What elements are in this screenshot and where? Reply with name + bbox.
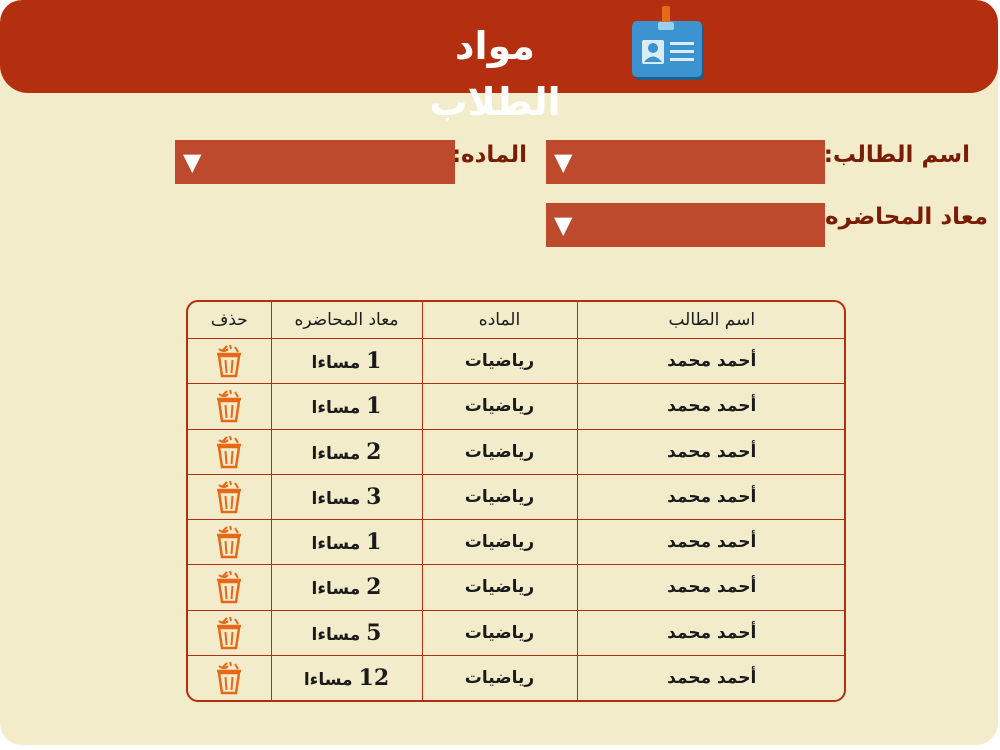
lecture-hour: 12 (358, 664, 390, 691)
student-name-label: اسم الطالب: (823, 142, 970, 168)
subject-select[interactable]: ▼ (175, 140, 455, 184)
lecture-time-cell: 1 مساءا (270, 337, 423, 385)
table-row: أحمد محمد رياضيات 2 مساءا (188, 564, 844, 611)
delete-cell (188, 564, 272, 611)
lecture-hour: 5 (366, 619, 382, 646)
chevron-down-icon: ▼ (183, 148, 202, 176)
lecture-hour: 1 (366, 393, 382, 420)
chevron-down-icon: ▼ (554, 148, 573, 176)
column-header-lecture-time: معاد المحاضره (270, 302, 423, 339)
subject-cell: رياضيات (421, 473, 578, 521)
subject-cell: رياضيات (421, 428, 578, 475)
subject-cell: رياضيات (421, 383, 578, 430)
subjects-table: اسم الطالب الماده معاد المحاضره حذف أحمد… (186, 300, 846, 702)
lecture-hour: 1 (366, 348, 382, 375)
time-suffix: مساءا (311, 443, 361, 464)
table-row: أحمد محمد رياضيات 3 مساءا (188, 473, 844, 521)
main-panel: مواد الطلاب اسم الطالب: ▼ الماده: ▼ معاد… (0, 0, 998, 745)
trash-icon[interactable] (214, 570, 244, 604)
time-suffix: مساءا (311, 353, 361, 374)
column-header-subject: الماده (421, 302, 578, 339)
chevron-down-icon: ▼ (554, 211, 573, 239)
subject-cell: رياضيات (421, 518, 578, 566)
trash-icon[interactable] (214, 616, 244, 650)
table-header-row: اسم الطالب الماده معاد المحاضره حذف (188, 302, 844, 339)
lecture-time-cell: 2 مساءا (270, 428, 423, 475)
column-header-delete: حذف (188, 302, 272, 339)
lecture-time-cell: 1 مساءا (270, 383, 423, 430)
lecture-hour: 1 (366, 529, 382, 556)
student-name-select[interactable]: ▼ (546, 140, 825, 184)
student-name-cell: أحمد محمد (576, 428, 844, 475)
header-bar: مواد الطلاب (0, 0, 998, 124)
delete-cell (188, 383, 272, 430)
subject-cell: رياضيات (421, 564, 578, 611)
delete-cell (188, 337, 272, 385)
delete-cell (188, 518, 272, 566)
lecture-time-cell: 2 مساءا (270, 564, 423, 611)
table-row: أحمد محمد رياضيات 1 مساءا (188, 383, 844, 430)
column-header-student: اسم الطالب (576, 302, 844, 339)
time-suffix: مساءا (311, 579, 361, 600)
subject-cell: رياضيات (421, 654, 578, 700)
lecture-time-cell: 3 مساءا (270, 473, 423, 521)
time-suffix: مساءا (303, 669, 353, 690)
lecture-time-label: معاد المحاضره: (815, 204, 988, 230)
delete-cell (188, 473, 272, 521)
student-name-cell: أحمد محمد (576, 473, 844, 521)
time-suffix: مساءا (311, 398, 361, 419)
delete-cell (188, 428, 272, 475)
subject-label: الماده: (451, 142, 527, 168)
lecture-time-cell: 5 مساءا (270, 609, 423, 656)
student-name-cell: أحمد محمد (576, 564, 844, 611)
trash-icon[interactable] (214, 344, 244, 378)
time-suffix: مساءا (311, 534, 361, 555)
table-row: أحمد محمد رياضيات 1 مساءا (188, 337, 844, 385)
lecture-hour: 2 (366, 574, 382, 601)
lecture-time-cell: 12 مساءا (270, 654, 423, 700)
table-row: أحمد محمد رياضيات 12 مساءا (188, 654, 844, 700)
trash-icon[interactable] (214, 435, 244, 469)
delete-cell (188, 609, 272, 656)
lecture-hour: 2 (366, 438, 382, 465)
table-row: أحمد محمد رياضيات 2 مساءا (188, 428, 844, 475)
table-row: أحمد محمد رياضيات 5 مساءا (188, 609, 844, 656)
subject-cell: رياضيات (421, 337, 578, 385)
delete-cell (188, 654, 272, 700)
student-name-cell: أحمد محمد (576, 518, 844, 566)
lecture-time-cell: 1 مساءا (270, 518, 423, 566)
student-name-cell: أحمد محمد (576, 337, 844, 385)
trash-icon[interactable] (214, 480, 244, 514)
lecture-hour: 3 (366, 483, 382, 510)
trash-icon[interactable] (214, 661, 244, 695)
page-title: مواد الطلاب (429, 24, 561, 124)
student-name-cell: أحمد محمد (576, 383, 844, 430)
time-suffix: مساءا (311, 624, 361, 645)
trash-icon[interactable] (214, 525, 244, 559)
student-name-cell: أحمد محمد (576, 609, 844, 656)
student-name-cell: أحمد محمد (576, 654, 844, 700)
subject-cell: رياضيات (421, 609, 578, 656)
lecture-time-select[interactable]: ▼ (546, 203, 825, 247)
trash-icon[interactable] (214, 389, 244, 423)
id-card-icon (632, 6, 704, 80)
table-row: أحمد محمد رياضيات 1 مساءا (188, 518, 844, 566)
time-suffix: مساءا (311, 488, 361, 509)
